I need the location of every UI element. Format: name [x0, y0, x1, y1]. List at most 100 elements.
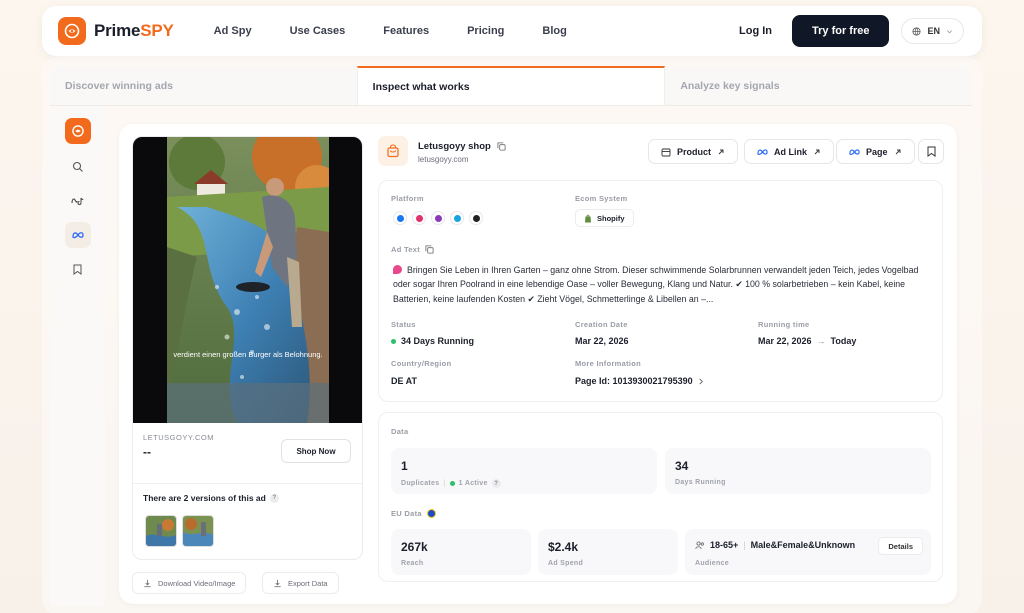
creation-label: Creation Date	[575, 320, 628, 329]
shop-name: Letusgoyy shop	[418, 141, 506, 152]
eu-data-header: EU Data	[391, 509, 436, 518]
nav-link-blog[interactable]: Blog	[542, 25, 566, 37]
language-value: EN	[927, 26, 940, 36]
download-label: Download Video/Image	[158, 578, 236, 588]
audience-age: 18-65+	[710, 540, 739, 550]
copy-icon[interactable]	[425, 245, 434, 254]
page-id-text: Page Id: 1013930021795390	[575, 376, 693, 386]
ecom-badge: Shopify	[575, 209, 634, 227]
status-text: 34 Days Running	[401, 336, 475, 346]
product-button[interactable]: Product	[648, 139, 739, 164]
active-count: 1 Active	[458, 480, 488, 487]
page-id-link[interactable]: Page Id: 1013930021795390	[575, 376, 704, 386]
ad-link-button[interactable]: Ad Link	[744, 139, 834, 164]
brand-logo[interactable]: PrimeSPY	[58, 17, 174, 45]
ad-text-body: Bringen Sie Leben in Ihren Garten – ganz…	[393, 263, 928, 306]
ad-spend-stat: $2.4k Ad Spend	[538, 529, 678, 575]
video-caption: verdient einen großen Burger als Belohnu…	[173, 350, 323, 359]
ad-video-frame: verdient einen großen Burger als Belohnu…	[167, 137, 329, 423]
ad-video-player[interactable]: verdient einen großen Burger als Belohnu…	[133, 137, 362, 423]
product-label: Product	[677, 146, 712, 157]
feature-tabs: Discover winning ads Inspect what works …	[50, 66, 972, 106]
page-button[interactable]: Page	[836, 139, 915, 164]
separator: |	[743, 540, 746, 550]
ad-link-label: Ad Link	[774, 146, 807, 157]
search-icon[interactable]	[65, 154, 91, 180]
duplicates-label: Duplicates	[401, 480, 440, 487]
eu-flag-icon	[426, 509, 436, 518]
platform-icons	[393, 211, 483, 225]
status-label: Status	[391, 320, 416, 329]
audience-value: 18-65+ | Male&Female&Unknown	[695, 540, 855, 550]
days-running-value: 34	[675, 459, 689, 473]
app-sidebar	[50, 106, 105, 606]
shop-domain: letusgoyy.com	[418, 155, 469, 164]
shop-now-button[interactable]: Shop Now	[281, 439, 351, 463]
external-link-icon	[813, 148, 821, 156]
duplicates-meta: Duplicates | 1 Active ?	[401, 479, 501, 488]
top-nav: PrimeSPY Ad Spy Use Cases Features Prici…	[42, 6, 982, 56]
page-label: Page	[866, 146, 888, 157]
nav-link-use-cases[interactable]: Use Cases	[290, 25, 346, 37]
running-label: Running time	[758, 320, 810, 329]
external-link-icon	[717, 148, 725, 156]
shopping-bag-icon	[378, 136, 408, 166]
bookmark-icon[interactable]	[65, 256, 91, 282]
export-data-button[interactable]: Export Data	[262, 572, 339, 594]
chevron-right-icon	[698, 378, 704, 385]
duplicates-stat: 1 Duplicates | 1 Active ?	[391, 448, 657, 494]
creation-value: Mar 22, 2026	[575, 336, 629, 346]
meta-icon	[849, 148, 860, 156]
versions-text: There are 2 versions of this ad	[143, 493, 266, 503]
tab-analyze[interactable]: Analyze key signals	[665, 66, 972, 105]
brand-name: PrimeSPY	[94, 21, 174, 40]
download-video-button[interactable]: Download Video/Image	[132, 572, 247, 594]
ad-domain: LETUSGOYY.COM	[143, 433, 214, 442]
download-icon	[143, 579, 152, 588]
running-value: Mar 22, 2026 → Today	[758, 336, 856, 346]
meta-tiktok-icon[interactable]	[65, 188, 91, 214]
data-section-label: Data	[391, 427, 409, 436]
ad-text-header: Ad Text	[391, 245, 434, 254]
audience-details-button[interactable]: Details	[878, 537, 923, 555]
language-selector[interactable]: EN	[901, 18, 964, 44]
users-icon	[695, 540, 705, 550]
login-link[interactable]: Log In	[739, 25, 772, 37]
status-value: 34 Days Running	[391, 336, 474, 346]
country-value: DE AT	[391, 376, 417, 386]
nav-link-features[interactable]: Features	[383, 25, 429, 37]
ad-spend-value: $2.4k	[548, 540, 579, 554]
reach-stat: 267k Reach	[391, 529, 531, 575]
reach-value: 267k	[401, 540, 428, 554]
audience-gender: Male&Female&Unknown	[750, 540, 856, 550]
ad-headline: --	[143, 445, 151, 459]
audience-stat: 18-65+ | Male&Female&Unknown Audience De…	[685, 529, 931, 575]
audience-network-icon	[450, 211, 464, 225]
tab-discover[interactable]: Discover winning ads	[50, 66, 357, 105]
external-link-icon	[894, 148, 902, 156]
version-thumbnail[interactable]	[145, 515, 177, 547]
export-icon	[273, 579, 282, 588]
try-for-free-button[interactable]: Try for free	[792, 15, 890, 47]
arrow-right-icon: →	[816, 336, 826, 346]
box-icon	[661, 147, 671, 157]
brand-logo-icon[interactable]	[64, 118, 91, 144]
copy-icon[interactable]	[497, 142, 506, 151]
save-bookmark-button[interactable]	[918, 139, 944, 164]
meta-icon[interactable]	[64, 222, 91, 248]
shop-name-text: Letusgoyy shop	[418, 141, 491, 152]
shopify-icon	[584, 214, 592, 223]
active-dot-icon	[449, 481, 455, 486]
separator: |	[443, 480, 446, 487]
nav-link-ad-spy[interactable]: Ad Spy	[214, 25, 252, 37]
bookmark-icon	[927, 146, 936, 157]
tab-inspect[interactable]: Inspect what works	[356, 66, 666, 105]
duplicates-value: 1	[401, 459, 408, 473]
version-thumbnail[interactable]	[182, 515, 214, 547]
help-icon[interactable]: ?	[269, 493, 279, 503]
brand-logo-icon	[58, 17, 86, 45]
help-icon[interactable]: ?	[491, 479, 501, 488]
nav-link-pricing[interactable]: Pricing	[467, 25, 504, 37]
running-end: Today	[830, 336, 857, 346]
ad-text-content: Bringen Sie Leben in Ihren Garten – ganz…	[393, 265, 919, 304]
